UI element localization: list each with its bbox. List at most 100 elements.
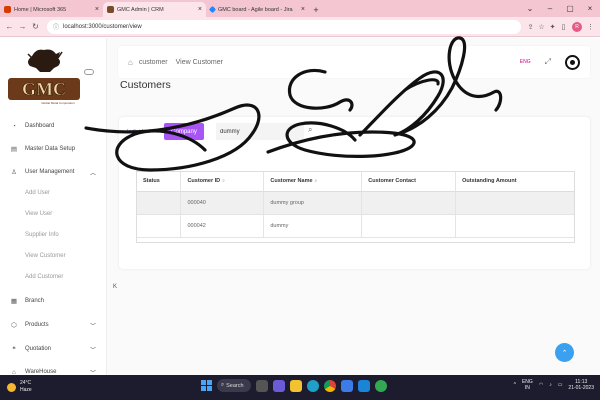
search-icon[interactable]: ⌕ bbox=[315, 178, 318, 184]
edge-icon[interactable] bbox=[307, 379, 319, 392]
url-text: localhost:3000/customer/view bbox=[63, 23, 142, 30]
tab-title: Home | Microsoft 365 bbox=[14, 6, 67, 13]
new-tab-button[interactable]: + bbox=[309, 2, 323, 17]
sidepanel-icon[interactable]: ▯ bbox=[558, 23, 569, 31]
breadcrumb-customer[interactable]: customer bbox=[139, 59, 168, 66]
database-icon: ▤ bbox=[10, 146, 18, 153]
wifi-icon[interactable]: ◠ bbox=[539, 382, 543, 388]
star-icon[interactable]: ☆ bbox=[536, 23, 547, 31]
sidebar-item-label: Dashboard bbox=[25, 123, 55, 129]
chat-icon[interactable] bbox=[273, 379, 285, 392]
weather-widget[interactable]: 24°C Haze bbox=[7, 380, 32, 394]
company-filter-button[interactable]: Company bbox=[164, 123, 204, 140]
column-header-outstanding-amount: Outstanding Amount bbox=[455, 172, 574, 192]
browser-tab-gmc-admin[interactable]: GMC Admin | CRM × bbox=[103, 2, 206, 17]
extensions-icon[interactable]: ✦ bbox=[547, 23, 558, 31]
window-controls: ⌄ – ▢ × bbox=[520, 0, 600, 17]
vscode-icon[interactable] bbox=[358, 379, 370, 392]
box-icon: ⬡ bbox=[11, 322, 17, 329]
back-arrow-icon[interactable]: ← bbox=[4, 22, 15, 31]
language-indicator[interactable]: ENG IN bbox=[522, 379, 533, 391]
tab-close-icon[interactable]: × bbox=[198, 6, 202, 13]
url-field[interactable]: ⓘ localhost:3000/customer/view bbox=[47, 19, 521, 34]
clock[interactable]: 11:13 21-01-2023 bbox=[568, 379, 594, 391]
volume-icon[interactable]: ♪ bbox=[549, 382, 552, 388]
browser-icon[interactable] bbox=[375, 379, 387, 392]
cell-status bbox=[137, 214, 182, 238]
store-icon[interactable] bbox=[341, 379, 353, 392]
app-root: GMC Global Metal Corporation ◔ Dashboard… bbox=[0, 38, 600, 377]
svg-text:GMC: GMC bbox=[22, 79, 66, 99]
sidebar-subitem-supplier-info[interactable]: Supplier Info bbox=[25, 232, 59, 238]
cell-customer-id: 000042 bbox=[180, 214, 265, 238]
browser-tab-jira[interactable]: GMC board - Agile board - Jira × bbox=[206, 2, 309, 17]
sidebar-item-master-data-setup[interactable]: ▤ Master Data Setup bbox=[0, 142, 107, 156]
sidebar-item-label: Master Data Setup bbox=[25, 146, 76, 152]
sidebar-subitem-add-user[interactable]: Add User bbox=[25, 190, 50, 196]
sidebar-subitem-add-customer[interactable]: Add Customer bbox=[25, 274, 63, 280]
microsoft365-favicon-icon bbox=[4, 6, 11, 13]
search-icon[interactable]: ⌕ bbox=[222, 178, 225, 184]
sidebar-item-branch[interactable]: ▦ Branch bbox=[0, 294, 107, 308]
sidebar-subitem-view-customer[interactable]: View Customer bbox=[25, 253, 66, 259]
stray-text: K bbox=[113, 284, 118, 290]
tab-close-icon[interactable]: × bbox=[95, 6, 99, 13]
taskbar-search-label: Search bbox=[226, 382, 244, 389]
forward-arrow-icon[interactable]: → bbox=[17, 22, 28, 31]
windows-start-icon[interactable] bbox=[201, 380, 212, 391]
chevron-down-icon[interactable]: ⌄ bbox=[520, 0, 540, 17]
system-tray: ^ ENG IN ◠ ♪ ▭ 11:13 21-01-2023 bbox=[514, 379, 594, 391]
sidebar: GMC Global Metal Corporation ◔ Dashboard… bbox=[0, 38, 107, 377]
column-header-customer-name[interactable]: Customer Name ⌕ bbox=[263, 172, 363, 192]
table-header-row: Status Customer ID ⌕ Customer Name ⌕ Custo… bbox=[137, 172, 574, 192]
home-icon[interactable]: ⌂ bbox=[128, 58, 133, 67]
cell-customer-name: dummy group bbox=[263, 191, 363, 215]
gmc-favicon-icon bbox=[107, 6, 114, 13]
search-icon[interactable]: ⌕ bbox=[308, 125, 312, 135]
fullscreen-icon[interactable]: ⤢ bbox=[545, 57, 551, 67]
sidebar-item-dashboard[interactable]: ◔ Dashboard bbox=[0, 119, 107, 133]
header-actions: ENG ⤢ bbox=[520, 54, 580, 70]
chrome-icon[interactable] bbox=[324, 379, 336, 392]
language-switch[interactable]: ENG bbox=[520, 59, 531, 65]
file-explorer-icon[interactable] bbox=[290, 379, 302, 392]
taskbar: 24°C Haze ⌕ Search ^ ENG IN ◠ ♪ ▭ 11:13 … bbox=[0, 375, 600, 400]
weather-desc: Haze bbox=[20, 387, 32, 393]
sidebar-item-products[interactable]: ⬡ Products ﹀ bbox=[0, 318, 107, 332]
dashboard-icon: ◔ bbox=[12, 122, 16, 130]
cell-status bbox=[137, 191, 182, 215]
table-row[interactable]: 000040 dummy group bbox=[137, 191, 574, 215]
share-icon[interactable]: ⇪ bbox=[525, 23, 536, 31]
page-title: Customers bbox=[120, 79, 171, 91]
table-row[interactable]: 000042 dummy bbox=[137, 214, 574, 238]
top-header: ⌂ customer View Customer ENG ⤢ bbox=[118, 46, 590, 78]
info-icon[interactable]: ⓘ bbox=[53, 22, 59, 31]
minimize-icon[interactable]: – bbox=[540, 0, 560, 17]
column-header-customer-id[interactable]: Customer ID ⌕ bbox=[180, 172, 265, 192]
sidebar-item-user-management[interactable]: ♙ User Management ︿ bbox=[0, 165, 107, 179]
user-avatar[interactable] bbox=[565, 54, 580, 70]
chevron-down-icon: ﹀ bbox=[89, 347, 96, 354]
profile-avatar[interactable]: R bbox=[572, 21, 582, 32]
battery-icon[interactable]: ▭ bbox=[558, 382, 563, 388]
cell-customer-id: 000040 bbox=[180, 191, 265, 215]
scroll-up-button[interactable]: ⌃ bbox=[555, 343, 574, 362]
taskbar-search[interactable]: ⌕ Search bbox=[217, 379, 251, 392]
sidebar-item-quotation[interactable]: ❝ Quotation ﹀ bbox=[0, 342, 107, 356]
taskbar-apps: ⌕ Search bbox=[201, 379, 387, 392]
task-view-icon[interactable] bbox=[256, 379, 268, 392]
cell-outstanding-amount bbox=[455, 191, 574, 215]
sidebar-toggle-switch[interactable] bbox=[84, 69, 94, 75]
chevron-up-icon[interactable]: ^ bbox=[514, 382, 516, 388]
tab-close-icon[interactable]: × bbox=[301, 6, 305, 13]
reload-icon[interactable]: ↻ bbox=[30, 22, 41, 31]
menu-dots-icon[interactable]: ⋮ bbox=[585, 23, 596, 31]
close-icon[interactable]: × bbox=[580, 0, 600, 17]
gmc-logo: GMC Global Metal Corporation bbox=[8, 49, 80, 105]
individual-filter-button[interactable]: Individual bbox=[127, 123, 150, 140]
sidebar-subitem-view-user[interactable]: View User bbox=[25, 211, 52, 217]
search-input[interactable] bbox=[216, 123, 304, 140]
search-icon: ⌕ bbox=[221, 382, 225, 388]
browser-tab-microsoft365[interactable]: Home | Microsoft 365 × bbox=[0, 2, 103, 17]
maximize-icon[interactable]: ▢ bbox=[560, 0, 580, 17]
